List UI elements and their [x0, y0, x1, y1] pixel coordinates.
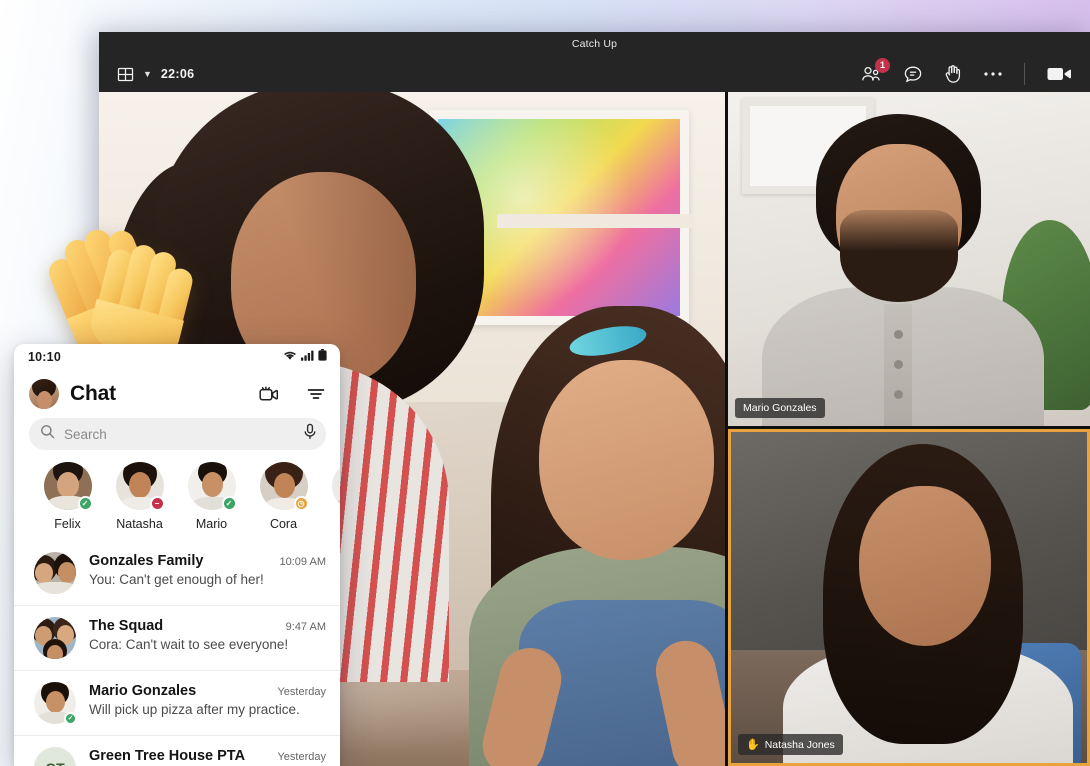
- participant-tile-mario[interactable]: Mario Gonzales: [728, 92, 1090, 426]
- search-input[interactable]: Search: [29, 418, 326, 450]
- wifi-icon: [283, 348, 297, 366]
- chat-name: Green Tree House PTA: [89, 748, 246, 764]
- side-tile-column: Mario Gonzales ✋ Natasha Jones: [728, 92, 1090, 766]
- presence-badge: ◷: [293, 496, 309, 511]
- search-container: Search: [14, 418, 340, 450]
- presence-badge: −: [149, 496, 165, 511]
- presence-badge: ✓: [64, 712, 77, 725]
- page-title: Chat: [70, 382, 116, 405]
- person-chip[interactable]: ✓ Felix: [40, 462, 95, 531]
- new-video-call-icon[interactable]: [258, 385, 279, 404]
- person-name: Mario: [195, 517, 228, 531]
- filter-icon[interactable]: [306, 386, 326, 402]
- battery-icon: [318, 348, 327, 366]
- participant-name-text: Natasha Jones: [764, 738, 835, 751]
- search-placeholder: Search: [64, 426, 107, 442]
- mobile-status-bar: 10:10: [14, 344, 340, 370]
- avatar-initials: GT: [34, 747, 76, 766]
- participant-tile-natasha[interactable]: ✋ Natasha Jones: [728, 429, 1090, 766]
- person-name: Natasha: [116, 517, 163, 531]
- chat-timestamp: 10:09 AM: [279, 556, 326, 568]
- chat-header: Chat: [14, 370, 340, 418]
- chat-timestamp: Yesterday: [277, 686, 326, 698]
- clapping-hands-emoji: [42, 212, 202, 362]
- avatar[interactable]: −: [115, 462, 165, 511]
- chat-icon[interactable]: [903, 65, 923, 84]
- list-item[interactable]: ✓ Mario Gonzales Yesterday Will pick up …: [14, 670, 340, 735]
- meeting-clock: 22:06: [160, 67, 195, 81]
- status-time: 10:10: [28, 350, 61, 364]
- person-name: Felix: [54, 517, 81, 531]
- list-item-body: Mario Gonzales Yesterday Will pick up pi…: [89, 682, 326, 717]
- chat-preview: Cora: Can't wait to see everyone!: [89, 637, 289, 652]
- toolbar-left-group: ▼ 22:06: [117, 66, 194, 83]
- person-chip[interactable]: − Natasha: [112, 462, 167, 531]
- list-item[interactable]: The Squad 9:47 AM Cora: Can't wait to se…: [14, 605, 340, 670]
- people-icon[interactable]: 1: [861, 57, 890, 84]
- chat-list: Gonzales Family 10:09 AM You: Can't get …: [14, 541, 340, 766]
- avatar: ✓: [34, 682, 77, 725]
- screenshot-root: Catch Up ▼ 22:06 1 Mario Gonzales ✋ Nata…: [0, 0, 1090, 766]
- avatar[interactable]: ✓: [187, 462, 237, 511]
- toolbar-right-group: 1: [861, 57, 1076, 85]
- chat-preview: You: Can't get enough of her!: [89, 572, 264, 587]
- avatar[interactable]: [29, 379, 59, 409]
- chat-preview: Will pick up pizza after my practice.: [89, 702, 300, 717]
- list-item-body: Gonzales Family 10:09 AM You: Can't get …: [89, 552, 326, 587]
- chat-name: Gonzales Family: [89, 553, 204, 569]
- list-item-body: Green Tree House PTA Yesterday: [89, 747, 326, 764]
- microphone-icon[interactable]: [303, 423, 317, 445]
- chat-timestamp: 9:47 AM: [285, 621, 326, 633]
- toolbar-divider: [1024, 63, 1025, 85]
- raised-hand-emoji-icon: ✋: [746, 739, 760, 751]
- presence-badge: ✓: [77, 496, 93, 511]
- chat-name: The Squad: [89, 618, 164, 634]
- chat-timestamp: Yesterday: [277, 751, 326, 763]
- presence-badge: ✓: [221, 496, 237, 511]
- meeting-title: Catch Up: [571, 38, 618, 50]
- chat-name: Mario Gonzales: [89, 683, 197, 699]
- person-chip[interactable]: ◷ Cora: [256, 462, 311, 531]
- avatar: [34, 617, 76, 659]
- participant-name-text: Mario Gonzales: [743, 402, 817, 414]
- list-item[interactable]: GT Green Tree House PTA Yesterday: [14, 735, 340, 766]
- participant-name-label-hand-raised: ✋ Natasha Jones: [738, 734, 843, 755]
- status-icons: [283, 348, 327, 366]
- chevron-down-icon[interactable]: ▼: [143, 69, 152, 79]
- avatar[interactable]: ✓: [43, 462, 93, 511]
- camera-icon[interactable]: [1046, 65, 1072, 83]
- search-icon: [40, 424, 55, 444]
- person-name: Cora: [269, 517, 298, 531]
- more-options-icon[interactable]: [983, 71, 1003, 77]
- list-item-body: The Squad 9:47 AM Cora: Can't wait to se…: [89, 617, 326, 652]
- meeting-toolbar: ▼ 22:06 1: [99, 56, 1090, 92]
- cellular-signal-icon: [301, 348, 314, 366]
- mobile-chat-panel: 10:10 Chat Search ✓ Felix − Natasha ✓ Ma…: [14, 344, 340, 766]
- mario-video-content: [728, 92, 1090, 426]
- avatar: [34, 552, 76, 594]
- participant-name-label: Mario Gonzales: [735, 398, 825, 418]
- person-chip[interactable]: Eri: [328, 462, 340, 531]
- window-title-bar: Catch Up: [99, 32, 1090, 56]
- raise-hand-icon[interactable]: [944, 64, 962, 84]
- list-item[interactable]: Gonzales Family 10:09 AM You: Can't get …: [14, 541, 340, 605]
- people-carousel[interactable]: ✓ Felix − Natasha ✓ Mario ◷ Cora: [14, 450, 340, 531]
- person-chip[interactable]: ✓ Mario: [184, 462, 239, 531]
- natasha-video-content: [731, 432, 1087, 763]
- avatar[interactable]: [331, 462, 340, 510]
- grid-layout-icon[interactable]: [117, 66, 134, 83]
- avatar[interactable]: ◷: [259, 462, 309, 511]
- person-name: Eri: [328, 517, 340, 531]
- people-badge-count: 1: [875, 57, 890, 73]
